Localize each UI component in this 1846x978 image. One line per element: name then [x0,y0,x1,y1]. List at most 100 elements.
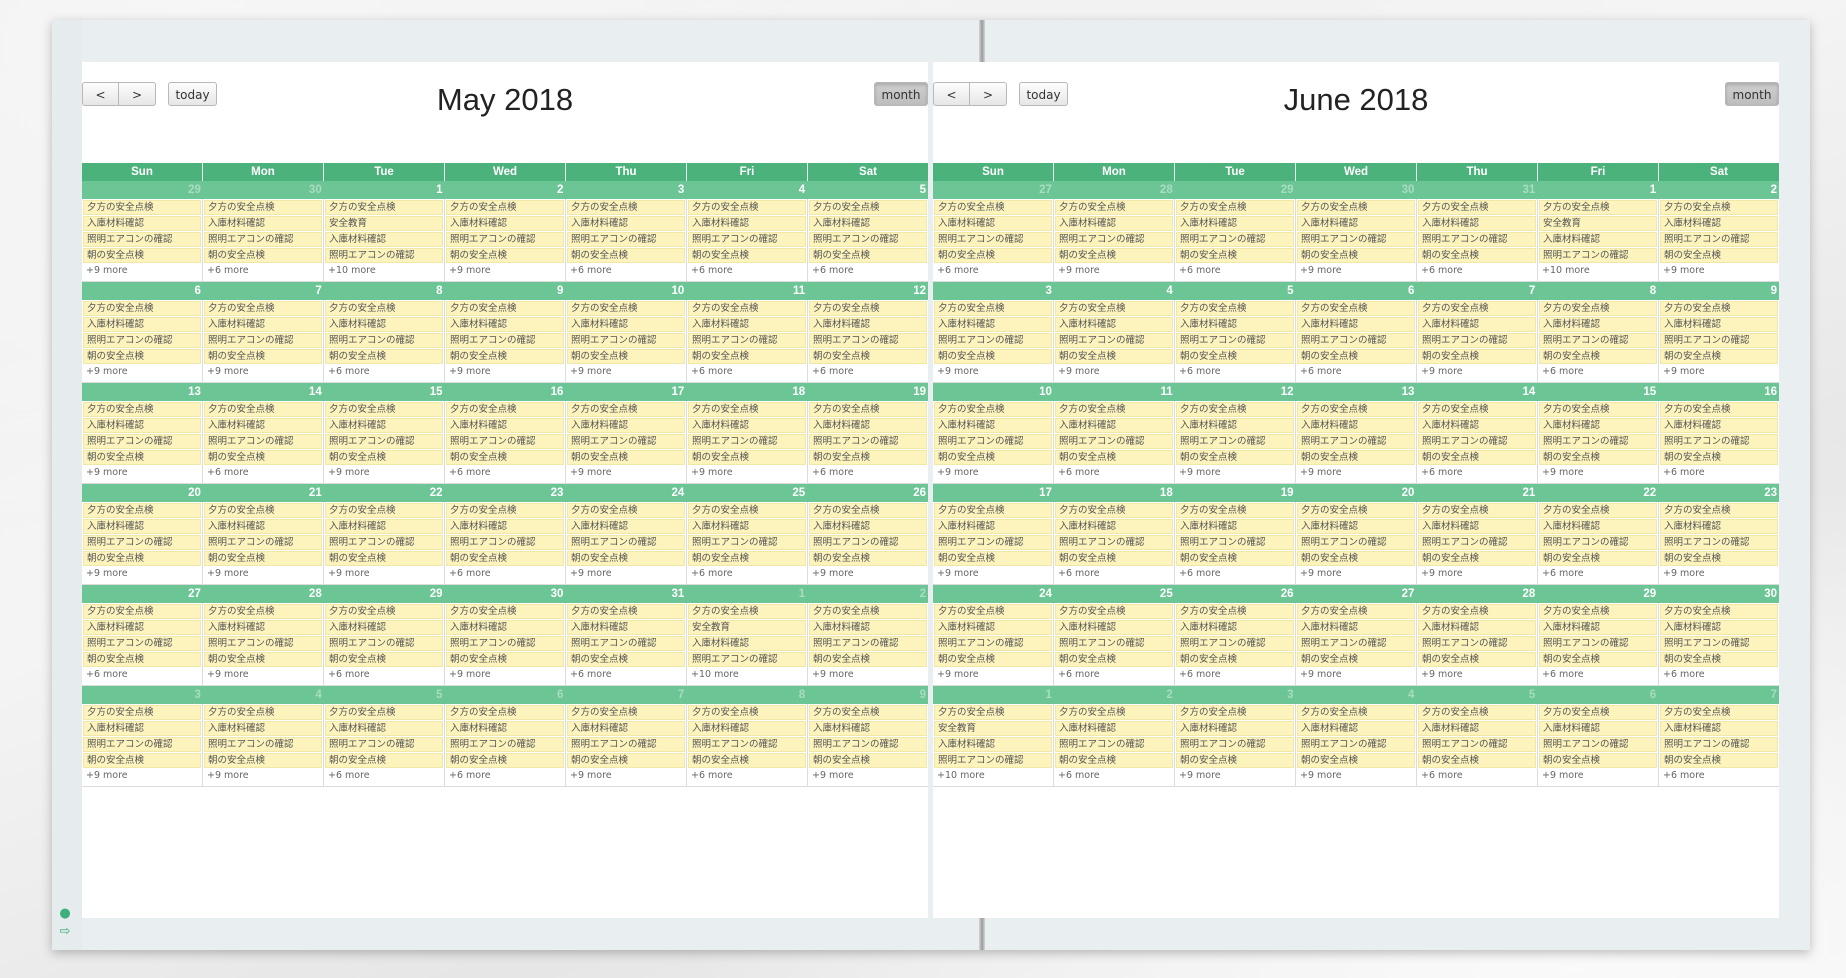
event-item[interactable]: 照明エアコンの確認 [1660,737,1778,752]
day-number[interactable]: 2 [1054,686,1175,704]
event-item[interactable]: 入庫材料確認 [688,519,806,534]
day-number[interactable]: 18 [1054,484,1175,502]
day-number[interactable]: 3 [933,282,1054,300]
day-cell[interactable]: 夕方の安全点検 入庫材料確認 照明エアコンの確認 朝の安全点検 +9 more [1659,300,1779,383]
event-item[interactable]: 朝の安全点検 [934,450,1052,465]
more-events-link[interactable]: +9 more [83,264,201,278]
day-number[interactable]: 30 [1658,585,1779,603]
event-item[interactable]: 夕方の安全点検 [83,503,201,518]
event-item[interactable]: 照明エアコンの確認 [934,333,1052,348]
event-item[interactable]: 照明エアコンの確認 [446,636,564,651]
event-item[interactable]: 照明エアコンの確認 [934,636,1052,651]
event-item[interactable]: 夕方の安全点検 [1418,503,1536,518]
event-item[interactable]: 夕方の安全点検 [1418,200,1536,215]
event-item[interactable]: 朝の安全点検 [1418,450,1536,465]
day-cell[interactable]: 夕方の安全点検 入庫材料確認 照明エアコンの確認 朝の安全点検 +9 more [1054,300,1175,383]
event-item[interactable]: 入庫材料確認 [1660,620,1778,635]
day-number[interactable]: 3 [82,686,203,704]
event-item[interactable]: 夕方の安全点検 [1660,301,1778,316]
day-number[interactable]: 27 [1296,585,1417,603]
day-cell[interactable]: 夕方の安全点検 入庫材料確認 照明エアコンの確認 朝の安全点検 +6 more [1659,704,1779,787]
event-item[interactable]: 夕方の安全点検 [1176,604,1294,619]
day-cell[interactable]: 夕方の安全点検 入庫材料確認 照明エアコンの確認 朝の安全点検 +9 more [1538,704,1659,787]
event-item[interactable]: 朝の安全点検 [1418,349,1536,364]
event-item[interactable]: 入庫材料確認 [1539,317,1657,332]
event-item[interactable]: 夕方の安全点検 [1660,503,1778,518]
more-events-link[interactable]: +9 more [1055,264,1173,278]
event-item[interactable]: 朝の安全点検 [1539,753,1657,768]
event-item[interactable]: 朝の安全点検 [83,652,201,667]
event-item[interactable]: 朝の安全点検 [446,652,564,667]
day-cell[interactable]: 夕方の安全点検 入庫材料確認 照明エアコンの確認 朝の安全点検 +9 more [203,300,324,383]
event-item[interactable]: 照明エアコンの確認 [1539,737,1657,752]
event-item[interactable]: 朝の安全点検 [325,349,443,364]
day-number[interactable]: 12 [1175,383,1296,401]
day-cell[interactable]: 夕方の安全点検 入庫材料確認 照明エアコンの確認 朝の安全点検 +9 more [82,401,203,484]
event-item[interactable]: 朝の安全点検 [688,248,806,263]
day-cell[interactable]: 夕方の安全点検 入庫材料確認 照明エアコンの確認 朝の安全点検 +9 more [1417,300,1538,383]
day-number[interactable]: 27 [82,585,203,603]
day-number[interactable]: 14 [203,383,324,401]
day-number[interactable]: 1 [933,686,1054,704]
more-events-link[interactable]: +6 more [446,466,564,480]
event-item[interactable]: 照明エアコンの確認 [688,737,806,752]
event-item[interactable]: 朝の安全点検 [1176,652,1294,667]
more-events-link[interactable]: +9 more [1297,466,1415,480]
event-item[interactable]: 夕方の安全点検 [1055,402,1173,417]
event-item[interactable]: 夕方の安全点検 [688,604,806,619]
event-item[interactable]: 入庫材料確認 [1539,721,1657,736]
event-item[interactable]: 夕方の安全点検 [567,503,685,518]
day-number[interactable]: 31 [565,585,686,603]
day-number[interactable]: 4 [203,686,324,704]
event-item[interactable]: 夕方の安全点検 [934,200,1052,215]
event-item[interactable]: 夕方の安全点検 [1539,402,1657,417]
day-cell[interactable]: 夕方の安全点検 入庫材料確認 照明エアコンの確認 朝の安全点検 +6 more [1538,502,1659,585]
event-item[interactable]: 朝の安全点検 [1418,652,1536,667]
event-item[interactable]: 朝の安全点検 [567,450,685,465]
event-item[interactable]: 夕方の安全点検 [325,402,443,417]
more-events-link[interactable]: +6 more [567,668,685,682]
day-number[interactable]: 18 [686,383,807,401]
more-events-link[interactable]: +6 more [1418,466,1536,480]
day-number[interactable]: 5 [807,181,928,199]
day-cell[interactable]: 夕方の安全点検 入庫材料確認 照明エアコンの確認 朝の安全点検 +9 more [1296,704,1417,787]
event-item[interactable]: 入庫材料確認 [934,317,1052,332]
event-item[interactable]: 朝の安全点検 [809,652,927,667]
month-view-button[interactable]: month [874,82,928,106]
event-item[interactable]: 朝の安全点検 [83,753,201,768]
event-item[interactable]: 朝の安全点検 [934,349,1052,364]
event-item[interactable]: 朝の安全点検 [325,753,443,768]
more-events-link[interactable]: +9 more [1176,466,1294,480]
more-events-link[interactable]: +6 more [688,769,806,783]
day-cell[interactable]: 夕方の安全点検 入庫材料確認 照明エアコンの確認 朝の安全点検 +9 more [1296,502,1417,585]
event-item[interactable]: 照明エアコンの確認 [446,232,564,247]
event-item[interactable]: 夕方の安全点検 [446,200,564,215]
event-item[interactable]: 朝の安全点検 [1660,349,1778,364]
event-item[interactable]: 夕方の安全点検 [809,402,927,417]
event-item[interactable]: 入庫材料確認 [1660,721,1778,736]
event-item[interactable]: 朝の安全点検 [1660,652,1778,667]
day-cell[interactable]: 夕方の安全点検 入庫材料確認 照明エアコンの確認 朝の安全点検 +9 more [808,502,928,585]
day-cell[interactable]: 夕方の安全点検 入庫材料確認 照明エアコンの確認 朝の安全点検 +6 more [445,401,566,484]
event-item[interactable]: 朝の安全点検 [567,551,685,566]
more-events-link[interactable]: +6 more [325,668,443,682]
event-item[interactable]: 朝の安全点検 [688,753,806,768]
event-item[interactable]: 入庫材料確認 [1418,721,1536,736]
day-number[interactable]: 10 [933,383,1054,401]
event-item[interactable]: 入庫材料確認 [1055,721,1173,736]
event-item[interactable]: 安全教育 [688,620,806,635]
day-cell[interactable]: 夕方の安全点検 安全教育 入庫材料確認 照明エアコンの確認 +10 more [933,704,1054,787]
event-item[interactable]: 照明エアコンの確認 [567,333,685,348]
event-item[interactable]: 夕方の安全点検 [1297,705,1415,720]
event-item[interactable]: 朝の安全点検 [1297,450,1415,465]
more-events-link[interactable]: +6 more [688,567,806,581]
more-events-link[interactable]: +9 more [809,668,927,682]
event-item[interactable]: 夕方の安全点検 [325,200,443,215]
event-item[interactable]: 夕方の安全点検 [1055,301,1173,316]
more-events-link[interactable]: +9 more [83,567,201,581]
day-number[interactable]: 16 [445,383,566,401]
event-item[interactable]: 照明エアコンの確認 [1176,535,1294,550]
day-number[interactable]: 2 [1658,181,1779,199]
day-cell[interactable]: 夕方の安全点検 入庫材料確認 照明エアコンの確認 朝の安全点検 +9 more [933,401,1054,484]
event-item[interactable]: 夕方の安全点検 [83,402,201,417]
